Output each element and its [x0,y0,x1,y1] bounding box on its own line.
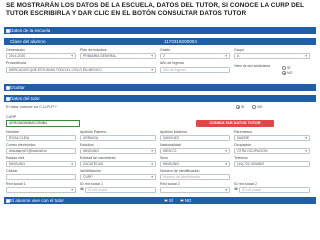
identification-label: Identificación [80,169,101,173]
social1-id-label: ID red social 1 [80,182,103,186]
email-input[interactable]: rbdzatarrb07@hotmail.co [6,148,76,154]
email-label: Correo electrónico [6,143,36,147]
group-select[interactable]: A [234,53,310,59]
collapse-checkbox-icon[interactable] [5,28,10,33]
identification-select[interactable]: CURP [80,174,156,180]
grade-label: Grado [160,48,170,52]
collapse-checkbox-icon[interactable] [5,96,10,101]
curp-question: El tutor conoce su C.U.R.P.? [6,104,57,109]
hide-section-header[interactable]: Ocultar [4,84,316,91]
curp-no-label: NO [257,105,263,109]
consult-tutor-button[interactable]: CONSULTAR DATOS TUTOR [196,120,274,127]
id-number-label: Número de identificación [160,169,200,173]
plan-label: Plan de estudios [80,48,107,52]
social1-label: Red social 1 [6,182,26,186]
subsystem-no-radio[interactable] [282,71,286,75]
social1-id-input[interactable]: ID red social [85,187,156,193]
tutor-section-title: Datos del tutor [10,96,40,101]
lives-no-radio[interactable] [180,198,184,203]
sex-select[interactable]: NINGUNO [160,161,230,167]
nationality-label: Nacionalidad [160,143,181,147]
school-section-header[interactable]: Datos de la escuela [4,27,316,34]
cellphone-label: Celular [6,169,18,173]
birth-state-select[interactable]: ZACATECAS [80,161,156,167]
social2-id-input[interactable]: ID red social [239,187,310,193]
lives-no-label: NO [185,198,192,203]
maternal-label: Apellido Materno [160,130,187,134]
phone-input[interactable]: (44)-722-4044802 [234,161,310,167]
subsystem-si-label: SÍ [287,66,291,70]
curp-input[interactable]: ARRO660908MOCRNB4 [6,120,80,127]
subsystem-label: Viene de otro subsistema [234,64,270,68]
tutor-section-header[interactable]: Datos del tutor [4,95,316,102]
lives-si-radio[interactable] [164,198,168,203]
hide-section-label: Ocultar [10,85,25,90]
social1-select[interactable] [6,187,76,193]
name-input[interactable]: ROSA CLEIA [6,135,76,141]
student-id-value: 1170316200004 [164,39,197,44]
nationality-select[interactable]: MEXICO [160,148,230,154]
paternal-input[interactable]: ARRIAGA [80,135,156,141]
plan-select[interactable]: PRIMARIA GENERAL [80,53,156,59]
occupation-select[interactable]: OTRA OCUPACION [234,148,310,154]
instruction-text: SE MOSTRARÁN LOS DATOS DE LA ESCUELA, DA… [6,2,305,18]
lives-with-tutor-label: El alumno vive con el tutor [10,198,64,203]
name-label: Nombre [6,130,19,134]
id-number-input[interactable]: Número de identificación [160,174,230,180]
subsystem-si-radio[interactable] [282,66,286,70]
curp-label: CURP [6,115,17,119]
year-label: Año de ingreso [160,61,185,65]
studies-select[interactable]: NINGUNO [80,148,156,154]
procedencia-label: Procedencia [6,61,26,65]
paternal-label: Apellido Paterno [80,130,107,134]
social-id-icon: ☎ [234,187,239,191]
lives-si-label: SÍ [169,198,173,203]
studies-label: Estudios [80,143,94,147]
civil-status-select[interactable]: NINGUNO [6,161,76,167]
lives-with-tutor-header: El alumno vive con el tutor SÍ NO [4,197,316,204]
school-section-title: Datos de la escuela [10,28,51,33]
occupation-label: Ocupación [234,143,252,147]
group-label: Grupo [234,48,244,52]
sex-label: Sexo [160,156,169,160]
phone-label: Teléfono [234,156,248,160]
social2-id-label: ID red social 2 [234,182,257,186]
maternal-input[interactable]: SANCHEZ [160,135,230,141]
social2-select[interactable] [160,187,230,193]
curp-no-radio[interactable] [252,105,256,109]
curp-si-radio[interactable] [236,105,240,109]
year-input[interactable]: Año de Ingreso [160,67,230,73]
student-id-header-label: Clave del alumno [10,39,46,44]
relationship-label: Parentesco [234,130,253,134]
collapse-checkbox-icon[interactable] [5,85,10,90]
birth-state-label: Entidad de nacimiento [80,156,116,160]
generation-select[interactable]: 2014-2020 [6,53,76,59]
cellphone-input[interactable] [6,174,76,180]
collapse-checkbox-icon[interactable] [5,198,10,203]
curp-si-label: SÍ [241,105,245,109]
student-id-header: Clave del alumno 1170316200004 [4,38,316,45]
subsystem-no-label: NO [287,71,293,75]
grade-select[interactable]: 2 [160,53,230,59]
civil-status-label: Estado civil [6,156,25,160]
procedencia-select[interactable]: MERCADOS QUE ESTUDIAN TODO EL CICLO EN M… [6,67,156,73]
social2-label: Red social 2 [160,182,180,186]
generation-label: Generación [6,48,25,52]
social-id-icon: ☎ [80,187,85,191]
relationship-select[interactable]: MADRE [234,135,310,141]
